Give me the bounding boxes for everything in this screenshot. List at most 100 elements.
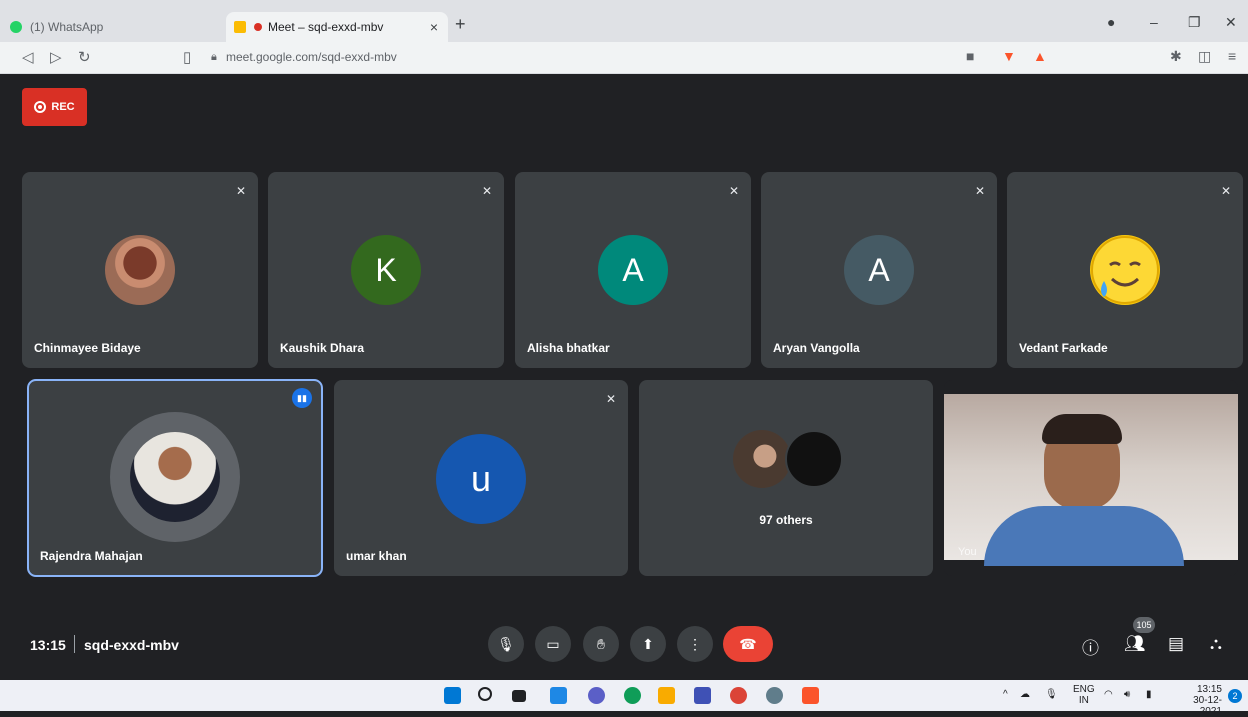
participant-tile[interactable]: ✕ A Alisha bhatkar xyxy=(515,172,751,368)
participant-tile[interactable]: ▮▮ Rajendra Mahajan xyxy=(27,379,323,577)
participant-name: Chinmayee Bidaye xyxy=(34,341,141,355)
tray-expand-icon[interactable]: ^ xyxy=(1003,689,1008,700)
maximize-icon[interactable]: ❐ xyxy=(1188,14,1201,31)
participant-name: Alisha bhatkar xyxy=(527,341,610,355)
wifi-icon[interactable]: ◠ xyxy=(1104,689,1113,700)
mic-off-icon: ✕ xyxy=(235,184,246,198)
clock-time: 13:15 xyxy=(1196,684,1222,695)
bookmark-icon[interactable]: ▯ xyxy=(183,48,191,66)
file-explorer-icon[interactable] xyxy=(658,687,675,704)
avatar xyxy=(733,430,791,488)
avatar xyxy=(130,432,220,522)
language-label: ENG xyxy=(1073,684,1095,695)
sweat-smile-icon xyxy=(1091,236,1159,304)
mic-icon: 🎙︎ xyxy=(497,635,515,652)
mic-off-icon: ✕ xyxy=(1220,184,1231,198)
task-view-icon[interactable] xyxy=(512,690,526,702)
avatar: K xyxy=(351,235,421,305)
brave-icon[interactable] xyxy=(802,687,819,704)
store-icon[interactable] xyxy=(694,687,711,704)
avatar-letter: A xyxy=(622,251,644,288)
participant-tile[interactable]: ✕ A Aryan Vangolla xyxy=(761,172,997,368)
new-tab-button[interactable]: + xyxy=(455,14,466,35)
close-tab-icon[interactable]: × xyxy=(430,19,438,35)
meet-icon xyxy=(234,21,246,33)
onedrive-icon[interactable]: ☁ xyxy=(1020,689,1030,700)
tab-meet[interactable]: Meet – sqd-exxd-mbv × xyxy=(226,12,448,42)
teams-chat-icon[interactable] xyxy=(588,687,605,704)
mic-tray-icon: 🎙︎ xyxy=(1045,689,1058,700)
meeting-code: sqd-exxd-mbv xyxy=(84,637,179,653)
avatar-letter: A xyxy=(868,251,890,288)
people-icon[interactable]: 👥︎ xyxy=(1124,634,1146,654)
battery-icon[interactable]: ▮ xyxy=(1146,689,1152,700)
info-icon[interactable]: ⓘ xyxy=(1082,634,1099,659)
close-window-icon[interactable]: ✕ xyxy=(1225,14,1237,31)
raise-hand-button[interactable]: ✋︎ xyxy=(583,626,619,662)
others-tile[interactable]: 97 others xyxy=(639,380,933,576)
browser-tab-bar: (1) WhatsApp Meet – sqd-exxd-mbv × + ● –… xyxy=(0,0,1248,42)
brave-rewards-icon[interactable]: ▲ xyxy=(1033,48,1047,64)
participant-tile[interactable]: ✕ u umar khan xyxy=(334,380,628,576)
menu-icon[interactable]: ≡ xyxy=(1228,48,1236,64)
participant-name: Kaushik Dhara xyxy=(280,341,365,355)
address-bar: ◁ ▷ ↻ ▯ 🔒︎ meet.google.com/sqd-exxd-mbv … xyxy=(0,42,1248,74)
widgets-icon[interactable] xyxy=(550,687,567,704)
camera-indicator-icon[interactable]: ■ xyxy=(966,48,974,64)
windows-start-icon[interactable] xyxy=(444,687,461,704)
reload-icon[interactable]: ↻ xyxy=(78,48,91,66)
chrome-icon[interactable] xyxy=(730,687,747,704)
camera-icon: ▭ xyxy=(546,635,560,652)
brave-shield-icon[interactable]: ▼ xyxy=(1002,48,1016,64)
region-label: IN xyxy=(1078,695,1089,706)
avatar xyxy=(105,235,175,305)
avatar: u xyxy=(436,434,526,524)
avatar-letter: K xyxy=(375,251,397,288)
extensions-icon[interactable]: ✱ xyxy=(1170,48,1182,65)
settings-icon[interactable] xyxy=(766,687,783,704)
lock-icon: 🔒︎ xyxy=(211,51,217,63)
activities-icon[interactable]: ⛬ xyxy=(1210,634,1222,654)
present-button[interactable]: ⬆ xyxy=(630,626,666,662)
notification-badge[interactable]: 2 xyxy=(1228,689,1242,703)
volume-icon[interactable]: 🔊︎ xyxy=(1124,689,1130,700)
speaking-indicator-icon: ▮▮ xyxy=(292,388,312,408)
others-count: 97 others xyxy=(759,513,813,527)
edge-icon[interactable] xyxy=(624,687,641,704)
wallet-icon[interactable]: ◫ xyxy=(1198,48,1211,65)
tab-whatsapp[interactable]: (1) WhatsApp xyxy=(10,12,220,42)
participant-name: Rajendra Mahajan xyxy=(40,549,143,563)
person-hair xyxy=(1042,414,1122,444)
windows-taskbar: ^ ☁ 🎙︎ ENG IN ◠ 🔊︎ ▮ 13:15 30-12-2021 2 xyxy=(0,680,1248,717)
back-icon[interactable]: ◁ xyxy=(22,48,34,66)
more-vert-icon: ⋮ xyxy=(688,635,702,652)
mic-button[interactable]: 🎙︎ xyxy=(488,626,524,662)
search-icon[interactable] xyxy=(478,687,492,701)
leave-call-button[interactable]: ☎ xyxy=(723,626,773,662)
emoji-avatar xyxy=(1090,235,1160,305)
participant-tile[interactable]: ✕ K Kaushik Dhara xyxy=(268,172,504,368)
profile-icon[interactable]: ● xyxy=(1107,14,1115,30)
forward-icon[interactable]: ▷ xyxy=(50,48,62,66)
clock[interactable]: 13:15 30-12-2021 xyxy=(1172,684,1222,717)
self-view-tile[interactable]: You xyxy=(944,380,1238,576)
participant-tile[interactable]: ✕ Vedant Farkade xyxy=(1007,172,1243,368)
more-options-button[interactable]: ⋮ xyxy=(677,626,713,662)
rec-label: REC xyxy=(51,101,75,113)
mic-off-icon: ✕ xyxy=(974,184,985,198)
person-shirt xyxy=(984,506,1184,566)
mic-off-icon: ✕ xyxy=(481,184,492,198)
camera-button[interactable]: ▭ xyxy=(535,626,571,662)
language-indicator[interactable]: ENG IN xyxy=(1073,684,1095,706)
end-call-icon: ☎ xyxy=(739,635,757,652)
recording-dot-icon xyxy=(254,23,262,31)
participant-tile[interactable]: ✕ Chinmayee Bidaye xyxy=(22,172,258,368)
mic-off-icon: ✕ xyxy=(605,392,616,406)
chat-icon[interactable]: ▤ xyxy=(1168,634,1184,654)
self-video xyxy=(944,394,1238,566)
record-icon xyxy=(34,101,47,113)
present-screen-icon: ⬆ xyxy=(642,635,654,652)
minimize-icon[interactable]: – xyxy=(1150,14,1158,30)
recording-badge: REC xyxy=(22,88,87,126)
url-field[interactable]: meet.google.com/sqd-exxd-mbv xyxy=(226,50,397,64)
